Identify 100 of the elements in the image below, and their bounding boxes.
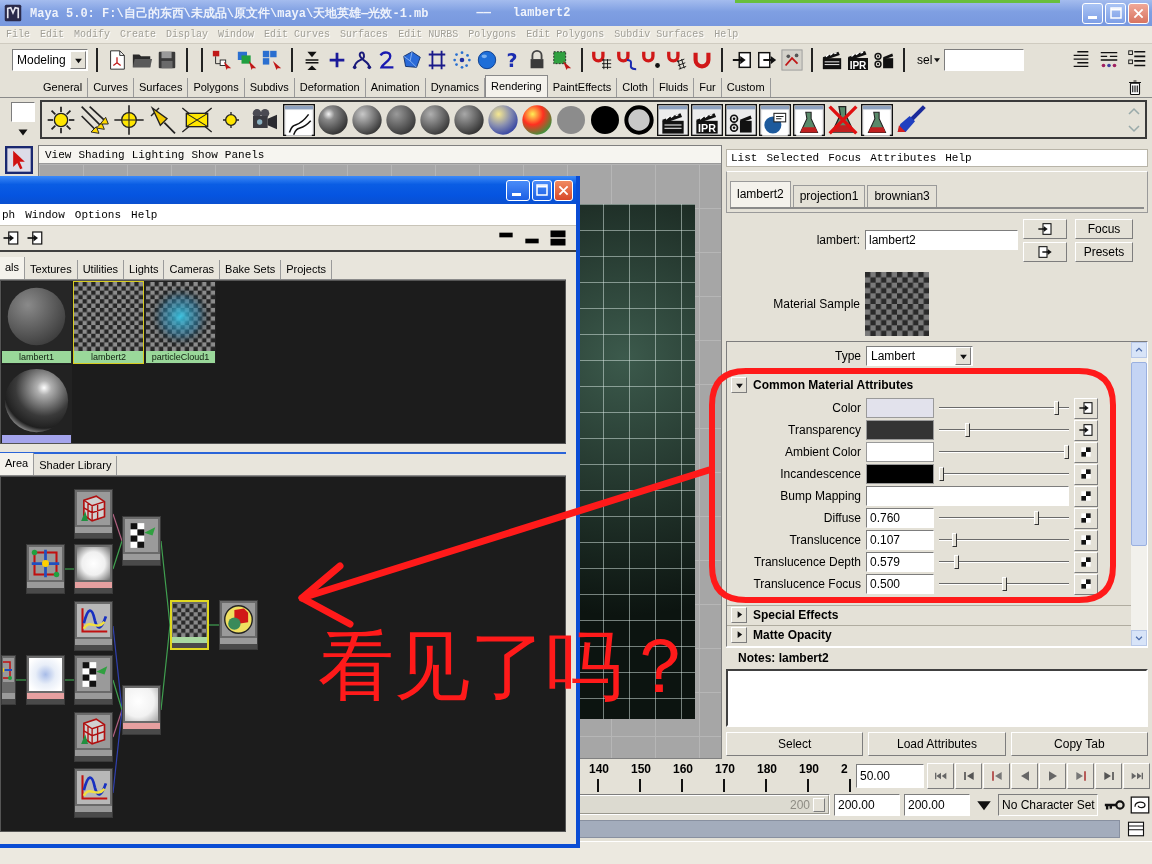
tab[interactable]: als [0,257,26,279]
tab[interactable]: Bake Sets [220,260,282,279]
tab[interactable]: lambert2 [730,181,791,207]
sphere-icon[interactable] [521,103,553,136]
arrow-in-icon[interactable] [2,229,20,247]
node-name-field[interactable]: lambert2 [865,230,1018,250]
curve-window-icon[interactable] [283,103,315,136]
shelf-tab[interactable]: Subdivs [244,78,295,97]
close-button[interactable] [553,179,573,201]
tab[interactable]: brownian3 [867,185,937,207]
dots-clapper-window-icon[interactable] [725,103,757,136]
action-button[interactable]: Select [726,732,864,756]
sphere-icon[interactable] [317,103,349,136]
menu-item[interactable]: View [45,148,72,161]
shelf-tab[interactable]: Animation [365,78,426,97]
menu-item[interactable]: Focus [828,152,862,164]
particle-icon[interactable] [451,49,473,71]
menu-item[interactable]: Options [74,208,122,221]
magnet-curve-icon[interactable] [616,49,638,71]
tab[interactable]: Cameras [164,260,221,279]
graph-node[interactable] [26,544,65,594]
slider-thumb[interactable] [1001,577,1007,591]
slider-thumb[interactable] [1064,445,1069,459]
object-select-icon[interactable] [236,49,258,71]
tab[interactable]: Projects [281,260,332,279]
range-handle[interactable] [813,797,825,812]
mask-select-icon[interactable] [551,49,573,71]
editor-button[interactable]: Focus [1075,218,1133,239]
shelf-tab-box[interactable] [11,101,35,122]
help-button[interactable]: ? [501,49,523,71]
tab[interactable]: Textures [25,260,78,279]
map-button[interactable] [1074,419,1098,441]
sphere-icon[interactable] [419,103,451,136]
playback-button[interactable] [1039,762,1066,789]
maximize-button[interactable] [1105,2,1126,24]
value-field[interactable]: 0.579 [866,552,934,572]
playback-button[interactable] [927,762,954,789]
color-swatch[interactable] [866,420,934,440]
shelf-tab[interactable]: Dynamics [425,78,485,97]
cube-icon[interactable] [401,49,423,71]
slider-thumb[interactable] [954,555,959,569]
menu-item[interactable]: Help [945,152,972,164]
material-swatch[interactable]: particleCloud1 [145,281,216,364]
curve-icon[interactable] [351,49,373,71]
playback-button[interactable] [1011,762,1038,789]
sphere-icon[interactable] [476,49,498,71]
hierarchy-icon[interactable] [211,49,233,71]
current-time-field[interactable]: 50.00 [856,763,924,788]
chevron-dots-icon[interactable] [781,49,803,71]
menu-item[interactable]: Shading [78,148,125,161]
sphere-icon[interactable] [453,103,485,136]
shelf-tab[interactable]: Fur [694,78,722,97]
shelf-tab[interactable]: Curves [88,78,134,97]
menu-item[interactable]: List [731,152,758,164]
arrows-icon[interactable] [79,103,111,136]
type-dropdown[interactable]: Lambert [866,346,973,366]
window-lines-icon[interactable] [1126,820,1146,838]
arrow-tool-icon[interactable] [4,146,34,174]
shelf-tab[interactable]: Rendering [484,75,548,97]
map-field[interactable] [866,486,1069,506]
color-swatch[interactable] [866,442,934,462]
playback-button[interactable] [1067,762,1094,789]
split-bars-icon[interactable] [548,229,568,247]
flask-window-icon[interactable] [793,103,825,136]
component-select-icon[interactable] [261,49,283,71]
sphere-icon[interactable] [487,103,519,136]
selection-field[interactable] [944,49,1025,71]
range-end-field[interactable]: 200.00 [834,793,900,816]
crossed-flask-icon[interactable] [827,103,859,136]
end-time-field[interactable]: 200.00 [904,793,970,816]
menu-item[interactable]: Help [131,208,158,221]
section-toggle[interactable] [731,377,747,393]
material-swatch[interactable]: lambert1 [1,281,72,364]
graph-node[interactable] [122,685,161,735]
magnet-grid-icon[interactable] [591,49,613,71]
map-button[interactable] [1074,573,1098,595]
output-connections-button[interactable] [1023,241,1067,262]
menu-item[interactable]: Selected [766,152,820,164]
flask-window-icon[interactable] [861,103,893,136]
graph-node[interactable] [74,768,113,818]
character-set-menu[interactable]: No Character Set [998,793,1098,816]
shelf-tab[interactable]: Surfaces [134,78,189,97]
playback-button[interactable] [983,762,1010,789]
menu-item[interactable]: Panels [224,148,265,161]
shelf-tab[interactable]: Custom [721,78,771,97]
graph-node[interactable] [74,655,113,705]
map-button[interactable] [1074,529,1098,551]
input-connections-button[interactable] [1023,218,1067,239]
material-swatch[interactable] [1,365,72,443]
value-field[interactable]: 0.500 [866,574,934,594]
floppy-icon[interactable] [156,49,178,71]
graph-node[interactable] [122,516,161,566]
map-button[interactable] [1074,485,1098,507]
maximize-button[interactable] [532,179,552,201]
playback-button[interactable] [955,762,982,789]
menu-item[interactable]: Show [191,148,218,161]
map-button[interactable] [1074,397,1098,419]
framed-swirl-icon[interactable] [1130,794,1150,815]
hash-icon[interactable] [426,49,448,71]
arrow-in-icon[interactable] [26,229,44,247]
